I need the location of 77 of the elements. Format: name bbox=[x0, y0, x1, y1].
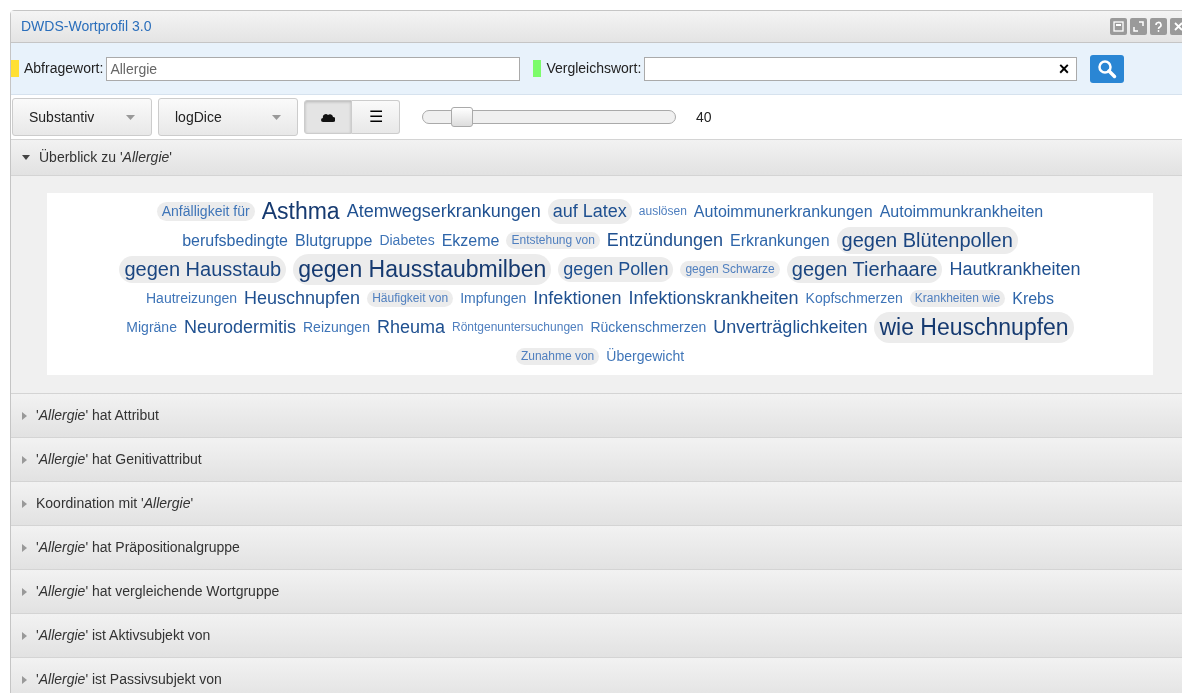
word-link[interactable]: Diabetes bbox=[379, 231, 435, 250]
word-link[interactable]: Rückenschmerzen bbox=[590, 318, 707, 337]
section-header[interactable]: 'Allergie' hat vergleichende Wortgruppe bbox=[11, 569, 1182, 613]
word-link[interactable]: Entzündungen bbox=[606, 229, 723, 252]
word-link[interactable]: Erkrankungen bbox=[729, 230, 830, 251]
close-icon[interactable] bbox=[1170, 18, 1182, 35]
phrase-tag[interactable]: Häufigkeit von bbox=[367, 290, 454, 307]
help-icon[interactable] bbox=[1150, 18, 1167, 35]
word-link[interactable]: Reizungen bbox=[303, 318, 370, 337]
collapsed-icon bbox=[22, 455, 27, 464]
word-link[interactable]: Röntgenuntersuchungen bbox=[451, 320, 584, 335]
section-header[interactable]: 'Allergie' hat Präpositionalgruppe bbox=[11, 525, 1182, 569]
word-link[interactable]: Asthma bbox=[261, 197, 340, 226]
phrase-tag[interactable]: wie Heuschnupfen bbox=[874, 312, 1074, 343]
phrase-tag[interactable]: Krankheiten wie bbox=[909, 290, 1006, 307]
clear-button[interactable]: × bbox=[1054, 59, 1074, 78]
word-link[interactable]: Rheuma bbox=[376, 316, 445, 339]
word-link[interactable]: Infektionen bbox=[533, 287, 622, 310]
word-link[interactable]: Übergewicht bbox=[606, 347, 685, 366]
phrase-tag[interactable]: gegen Hausstaub bbox=[119, 256, 287, 283]
section-header[interactable]: 'Allergie' ist Passivsubjekt von bbox=[11, 657, 1182, 693]
phrase-tag[interactable]: Anfälligkeit für bbox=[156, 201, 255, 222]
phrase-tag[interactable]: gegen Schwarze bbox=[680, 261, 780, 278]
word-link[interactable]: Hautkrankheiten bbox=[949, 258, 1081, 281]
save-icon[interactable] bbox=[1110, 18, 1127, 35]
list-view-button[interactable]: ☰ bbox=[352, 100, 400, 134]
search-icon bbox=[1097, 58, 1118, 79]
compare-label: Vergleichswort: bbox=[546, 59, 642, 78]
phrase-tag[interactable]: gegen Blütenpollen bbox=[836, 227, 1018, 254]
phrase-tag[interactable]: gegen Pollen bbox=[558, 257, 674, 282]
phrase-tag[interactable]: gegen Tierhaare bbox=[786, 256, 943, 283]
query-field[interactable]: Allergie bbox=[106, 56, 521, 81]
pos-dropdown[interactable]: Substantiv bbox=[12, 98, 152, 136]
caret-icon bbox=[272, 114, 281, 120]
section-header[interactable]: 'Allergie' ist Aktivsubjekt von bbox=[11, 613, 1182, 657]
section-header[interactable]: Koordination mit 'Allergie' bbox=[11, 481, 1182, 525]
query-label: Abfragewort: bbox=[24, 59, 104, 78]
word-link[interactable]: Infektionskrankheiten bbox=[628, 287, 799, 310]
count-value: 40 bbox=[696, 107, 712, 127]
cloud-icon bbox=[321, 112, 335, 122]
expanded-icon bbox=[22, 155, 30, 160]
collapsed-icon bbox=[22, 631, 27, 640]
section-header[interactable]: 'Allergie' hat Attribut bbox=[11, 393, 1182, 437]
collapsed-icon bbox=[22, 587, 27, 596]
shrink-icon[interactable] bbox=[1130, 18, 1147, 35]
word-link[interactable]: Blutgruppe bbox=[295, 230, 373, 251]
section-header[interactable]: 'Allergie' hat Genitivattribut bbox=[11, 437, 1182, 481]
word-link[interactable]: Migräne bbox=[126, 318, 177, 337]
word-link[interactable]: Kopfschmerzen bbox=[805, 289, 903, 308]
word-link[interactable]: Ekzeme bbox=[441, 230, 500, 251]
collapsed-icon bbox=[22, 499, 27, 508]
cloud-view-button[interactable] bbox=[304, 100, 352, 134]
section-header[interactable]: Überblick zu 'Allergie' bbox=[11, 139, 1182, 175]
window-title: DWDS-Wortprofil 3.0 bbox=[21, 17, 152, 36]
phrase-tag[interactable]: gegen Hausstaubmilben bbox=[293, 254, 552, 285]
compare-field[interactable]: × bbox=[644, 56, 1078, 81]
word-link[interactable]: Autoimmunkrankheiten bbox=[879, 201, 1044, 222]
collapsed-icon bbox=[22, 675, 27, 684]
word-link[interactable]: berufsbedingte bbox=[182, 230, 288, 251]
word-link[interactable]: Neurodermitis bbox=[183, 316, 296, 339]
word-link[interactable]: Unverträglichkeiten bbox=[713, 316, 868, 339]
caret-icon bbox=[126, 114, 135, 120]
measure-dropdown[interactable]: logDice bbox=[158, 98, 298, 136]
collapsed-icon bbox=[22, 543, 27, 552]
phrase-tag[interactable]: auf Latex bbox=[547, 199, 632, 224]
word-link[interactable]: Impfungen bbox=[460, 289, 527, 308]
phrase-tag[interactable]: Zunahme von bbox=[515, 348, 600, 365]
word-link[interactable]: Krebs bbox=[1012, 288, 1054, 309]
collapsed-icon bbox=[22, 411, 27, 420]
word-link[interactable]: auslösen bbox=[638, 204, 687, 219]
search-button[interactable] bbox=[1090, 54, 1125, 83]
word-link[interactable]: Hautreizungen bbox=[146, 289, 238, 308]
word-link[interactable]: Autoimmunerkrankungen bbox=[693, 201, 873, 222]
slider[interactable] bbox=[422, 110, 676, 124]
word-link[interactable]: Heuschnupfen bbox=[244, 287, 361, 310]
phrase-tag[interactable]: Entstehung von bbox=[506, 232, 600, 249]
word-link[interactable]: Atemwegserkrankungen bbox=[346, 200, 541, 223]
